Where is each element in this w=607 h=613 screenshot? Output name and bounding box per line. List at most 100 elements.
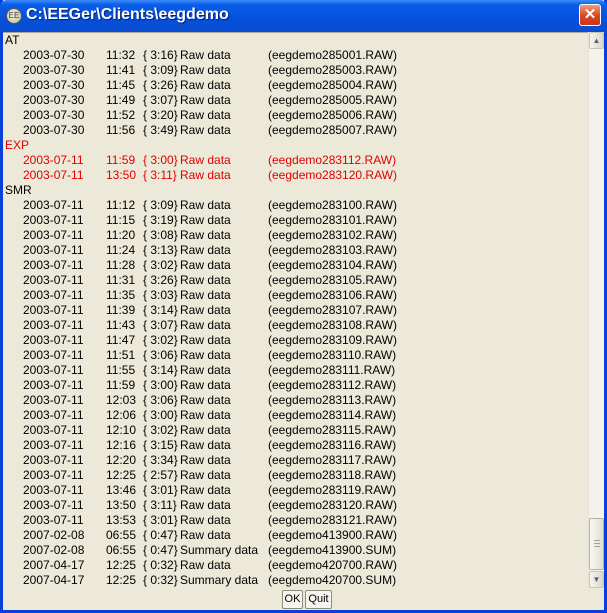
session-type: Raw data (180, 303, 231, 317)
session-file: (eegdemo283100.RAW) (268, 198, 397, 212)
session-time: 11:43 (106, 318, 136, 332)
session-date: 2007-04-17 (23, 573, 85, 587)
session-row[interactable]: 2003-07-11 12:03 { 3:06} Raw data (eegdemo28… (3, 393, 588, 408)
group-header[interactable]: AT (3, 33, 588, 48)
session-row[interactable]: 2003-07-11 11:43 { 3:07} Raw data (eegdemo28… (3, 318, 588, 333)
session-row[interactable]: 2003-07-11 13:46 { 3:01} Raw data (eegdemo28… (3, 483, 588, 498)
session-row[interactable]: 2003-07-11 11:15 { 3:19} Raw data (eegdemo28… (3, 213, 588, 228)
app-icon[interactable]: EE (6, 8, 22, 24)
session-row[interactable]: 2003-07-30 11:56 { 3:49} Raw data (eegdemo28… (3, 123, 588, 138)
session-duration: { 3:02} (143, 258, 178, 272)
session-row[interactable]: 2003-07-11 12:10 { 3:02} Raw data (eegdemo28… (3, 423, 588, 438)
session-row[interactable]: 2007-04-17 12:25 { 0:32} Summary data (eegde… (3, 573, 588, 588)
session-time: 11:35 (106, 288, 136, 302)
session-date: 2007-02-08 (23, 528, 85, 542)
session-time: 11:41 (106, 63, 136, 77)
session-file: (eegdemo283112.RAW) (268, 153, 397, 167)
session-row[interactable]: 2003-07-11 13:50 { 3:11} Raw data (eegdemo28… (3, 168, 588, 183)
session-row[interactable]: 2003-07-30 11:52 { 3:20} Raw data (eegdemo28… (3, 108, 588, 123)
session-date: 2003-07-11 (23, 393, 84, 407)
session-file: (eegdemo283102.RAW) (268, 228, 397, 242)
session-duration: { 0:47} (143, 543, 178, 557)
session-time: 11:51 (106, 348, 136, 362)
session-row[interactable]: 2003-07-30 11:32 { 3:16} Raw data (eegdemo28… (3, 48, 588, 63)
session-duration: { 3:07} (143, 318, 178, 332)
session-duration: { 2:57} (143, 468, 178, 482)
session-row[interactable]: 2003-07-11 11:55 { 3:14} Raw data (eegdemo28… (3, 363, 588, 378)
close-button[interactable]: ✕ (579, 4, 601, 26)
session-row[interactable]: 2003-07-11 11:59 { 3:00} Raw data (eegdemo28… (3, 378, 588, 393)
session-row[interactable]: 2003-07-30 11:49 { 3:07} Raw data (eegdemo28… (3, 93, 588, 108)
session-row[interactable]: 2003-07-11 12:16 { 3:15} Raw data (eegdemo28… (3, 438, 588, 453)
session-row[interactable]: 2003-07-11 13:50 { 3:11} Raw data (eegdemo28… (3, 498, 588, 513)
quit-button[interactable]: Quit (305, 590, 332, 609)
session-row[interactable]: 2003-07-11 12:06 { 3:00} Raw data (eegdemo28… (3, 408, 588, 423)
session-row[interactable]: 2003-07-30 11:41 { 3:09} Raw data (eegdemo28… (3, 63, 588, 78)
session-row[interactable]: 2003-07-11 11:24 { 3:13} Raw data (eegdemo28… (3, 243, 588, 258)
group-header[interactable]: SMR (3, 183, 588, 198)
session-row[interactable]: 2003-07-11 12:20 { 3:34} Raw data (eegdemo28… (3, 453, 588, 468)
scroll-up-button[interactable]: ▲ (589, 32, 604, 49)
session-duration: { 3:00} (143, 408, 178, 422)
session-type: Raw data (180, 483, 231, 497)
session-type: Raw data (180, 378, 231, 392)
ok-button[interactable]: OK (282, 590, 303, 609)
session-row[interactable]: 2003-07-11 11:12 { 3:09} Raw data (eegdemo28… (3, 198, 588, 213)
session-duration: { 3:01} (143, 483, 178, 497)
session-type: Raw data (180, 198, 231, 212)
scroll-thumb[interactable] (589, 518, 604, 570)
button-bar: OK Quit (3, 588, 604, 610)
session-type: Raw data (180, 258, 231, 272)
session-duration: { 3:14} (143, 303, 178, 317)
session-type: Raw data (180, 288, 231, 302)
session-date: 2003-07-11 (23, 333, 84, 347)
session-row[interactable]: 2007-02-08 06:55 { 0:47} Raw data (eegdemo41… (3, 528, 588, 543)
session-date: 2003-07-11 (23, 273, 84, 287)
session-type: Raw data (180, 318, 231, 332)
session-date: 2003-07-30 (23, 78, 85, 92)
session-file: (eegdemo283121.RAW) (268, 513, 397, 527)
session-duration: { 3:08} (143, 228, 178, 242)
session-date: 2003-07-11 (23, 468, 84, 482)
session-file: (eegdemo283111.RAW) (268, 363, 396, 377)
session-row[interactable]: 2003-07-11 11:47 { 3:02} Raw data (eegdemo28… (3, 333, 588, 348)
session-row[interactable]: 2007-04-17 12:25 { 0:32} Raw data (eegdemo42… (3, 558, 588, 573)
session-row[interactable]: 2003-07-11 11:39 { 3:14} Raw data (eegdemo28… (3, 303, 588, 318)
scroll-down-button[interactable]: ▼ (589, 571, 604, 588)
session-file: (eegdemo283107.RAW) (268, 303, 397, 317)
session-date: 2003-07-30 (23, 48, 85, 62)
session-list[interactable]: AT 2003-07-30 11:32{ 3:16} Raw data (eegdemo… (3, 32, 588, 589)
session-file: (eegdemo283101.RAW) (268, 213, 397, 227)
session-file: (eegdemo285004.RAW) (268, 78, 397, 92)
title-bar[interactable]: EE C:\EEGer\Clients\eegdemo ✕ (0, 0, 607, 32)
session-duration: { 3:06} (143, 393, 178, 407)
session-file: (eegdemo283116.RAW) (268, 438, 397, 452)
session-date: 2003-07-11 (23, 408, 84, 422)
vertical-scrollbar[interactable]: ▲ ▼ (588, 32, 604, 588)
session-type: Raw data (180, 348, 231, 362)
session-row[interactable]: 2007-02-08 06:55 { 0:47} Summary data (eegde… (3, 543, 588, 558)
session-date: 2003-07-11 (23, 318, 84, 332)
session-row[interactable]: 2003-07-11 12:25 { 2:57} Raw data (eegdemo28… (3, 468, 588, 483)
session-duration: { 3:26} (143, 273, 178, 287)
session-file: (eegdemo413900.RAW) (268, 528, 397, 542)
session-date: 2003-07-11 (23, 378, 84, 392)
session-row[interactable]: 2003-07-11 13:53 { 3:01} Raw data (eegdemo28… (3, 513, 588, 528)
session-time: 12:25 (106, 558, 137, 572)
session-date: 2003-07-11 (23, 258, 84, 272)
session-time: 11:32 (106, 48, 136, 62)
session-row[interactable]: 2003-07-11 11:35 { 3:03} Raw data (eegdemo28… (3, 288, 588, 303)
session-type: Raw data (180, 243, 231, 257)
session-row[interactable]: 2003-07-11 11:28 { 3:02} Raw data (eegdemo28… (3, 258, 588, 273)
session-duration: { 3:06} (143, 348, 178, 362)
session-file: (eegdemo283115.RAW) (268, 423, 397, 437)
session-row[interactable]: 2003-07-30 11:45 { 3:26} Raw data (eegdemo28… (3, 78, 588, 93)
session-row[interactable]: 2003-07-11 11:31 { 3:26} Raw data (eegdemo28… (3, 273, 588, 288)
session-row[interactable]: 2003-07-11 11:51 { 3:06} Raw data (eegdemo28… (3, 348, 588, 363)
session-row[interactable]: 2003-07-11 11:20 { 3:08} Raw data (eegdemo28… (3, 228, 588, 243)
session-type: Raw data (180, 333, 231, 347)
session-type: Raw data (180, 498, 231, 512)
session-row[interactable]: 2003-07-11 11:59 { 3:00} Raw data (eegdemo28… (3, 153, 588, 168)
session-time: 11:47 (106, 333, 136, 347)
group-header[interactable]: EXP (3, 138, 588, 153)
